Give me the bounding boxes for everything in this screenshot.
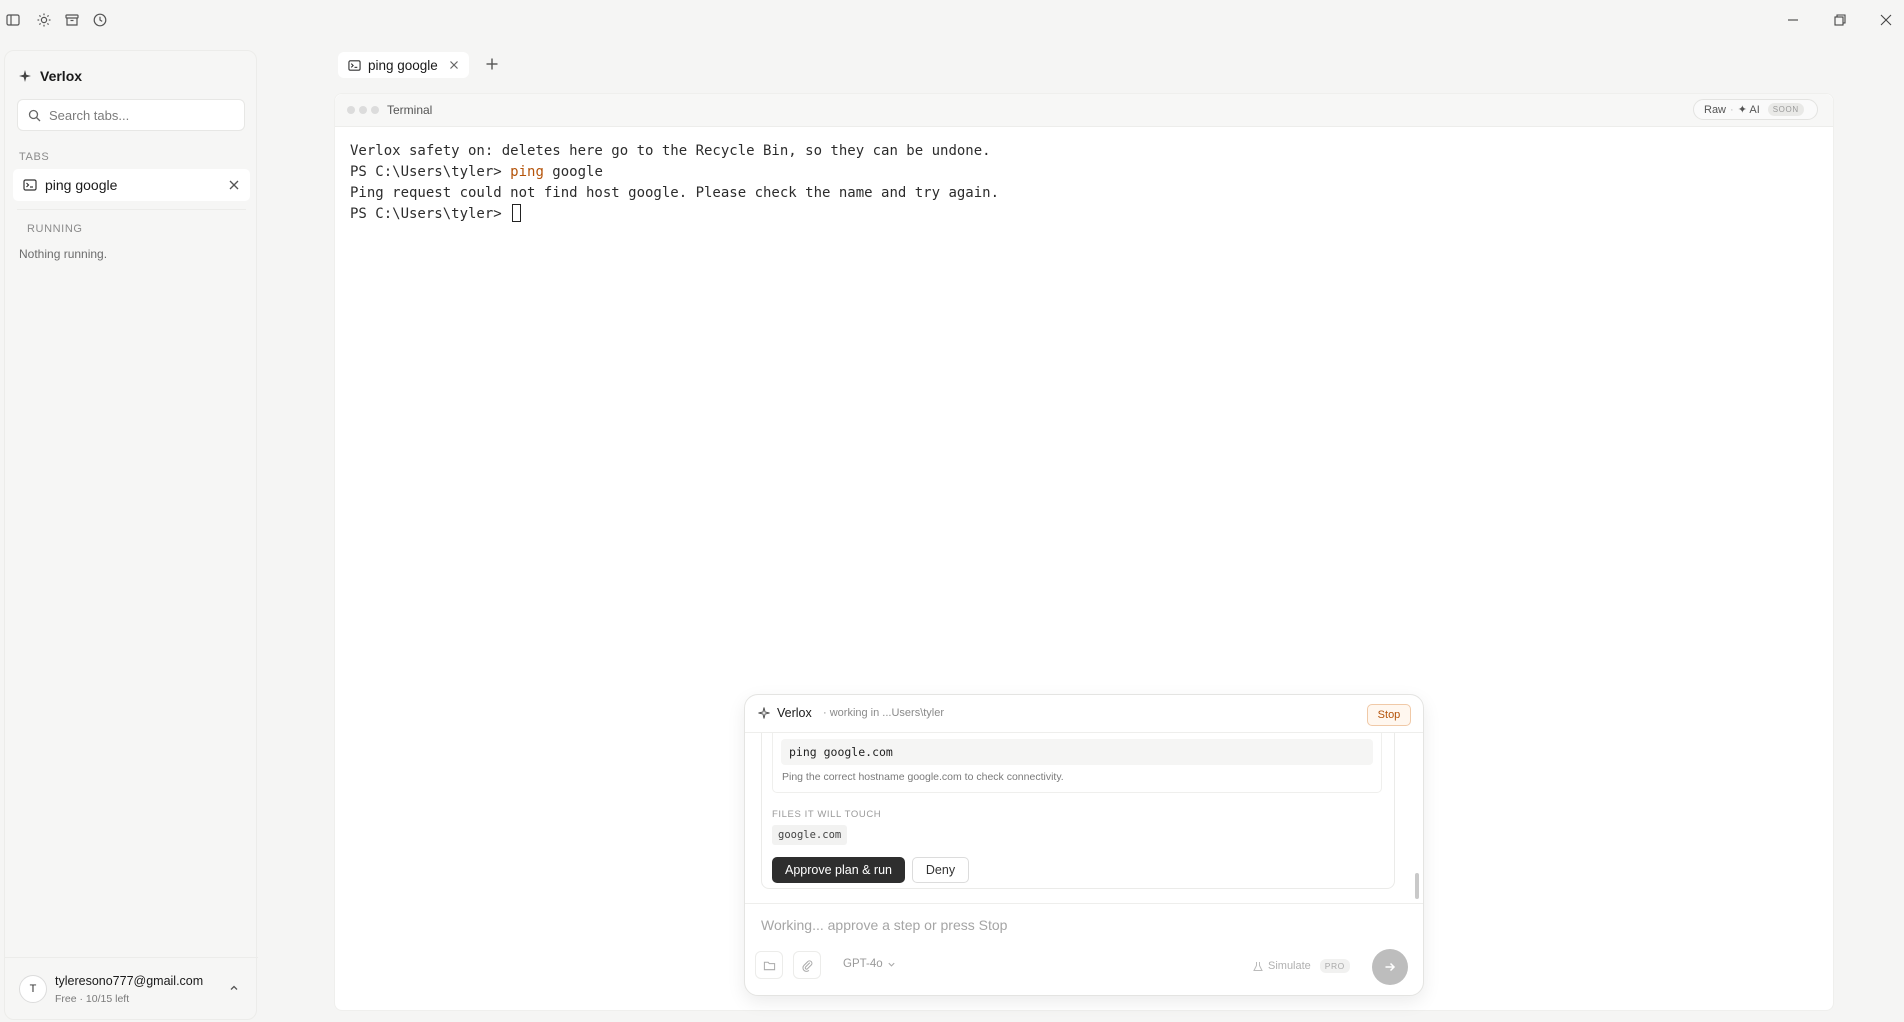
avatar[interactable]: T <box>19 975 47 1003</box>
tabs-heading: TABS <box>19 151 50 163</box>
paperclip-icon <box>801 959 812 972</box>
arrow-right-icon <box>1385 962 1396 972</box>
search-icon <box>28 109 41 121</box>
terminal-line: PS C:\Users\tyler> ping google <box>350 162 1800 183</box>
divider <box>17 209 246 210</box>
pro-badge: PRO <box>1319 959 1350 973</box>
sidebar-tab-label: ping google <box>45 177 118 193</box>
plan-description: Ping the correct hostname google.com to … <box>782 771 1064 783</box>
simulate-toggle[interactable]: Simulate PRO <box>1253 959 1350 973</box>
composer-title: Verlox <box>777 706 812 720</box>
close-tab-icon[interactable] <box>227 178 241 192</box>
attach-button[interactable] <box>793 951 821 979</box>
divider <box>5 957 258 958</box>
sparkle-icon <box>758 707 770 719</box>
chevron-up-icon[interactable] <box>228 982 240 994</box>
archive-icon[interactable] <box>64 12 80 28</box>
window-dot <box>359 106 367 114</box>
running-empty-text: Nothing running. <box>19 247 108 261</box>
terminal-line: PS C:\Users\tyler> <box>350 204 1800 225</box>
composer-input[interactable] <box>761 913 1401 937</box>
mode-ai[interactable]: ✦ AI <box>1738 103 1760 116</box>
simulate-label: Simulate <box>1268 960 1311 972</box>
plus-icon[interactable] <box>484 56 500 72</box>
divider <box>745 903 1423 904</box>
plan-command: ping google.com <box>781 739 1373 765</box>
sidebar-tab-ping-google[interactable]: ping google <box>13 169 250 201</box>
close-icon[interactable] <box>1877 11 1895 29</box>
search-input[interactable] <box>49 107 239 123</box>
sparkle-icon <box>19 70 31 82</box>
ai-composer: Verlox · working in ...Users\tyler Stop … <box>744 694 1424 996</box>
sun-icon[interactable] <box>36 12 52 28</box>
terminal-argument: google <box>543 164 603 180</box>
running-heading: RUNNING <box>27 223 83 235</box>
separator-dot: · <box>1730 103 1734 116</box>
folder-icon <box>763 961 775 970</box>
sidebar-toggle-icon[interactable] <box>5 12 21 28</box>
terminal-line: Verlox safety on: deletes here go to the… <box>350 143 991 159</box>
flask-icon <box>1253 961 1263 971</box>
model-name: GPT-4o <box>843 958 883 970</box>
files-heading: FILES IT WILL TOUCH <box>772 809 882 820</box>
scrollbar[interactable] <box>1415 873 1419 899</box>
file-chip: google.com <box>772 825 848 845</box>
tab-label: ping google <box>368 57 438 73</box>
folder-button[interactable] <box>755 951 783 979</box>
terminal-command: ping <box>510 164 544 180</box>
brand-name: Verlox <box>40 68 83 84</box>
terminal-prompt: PS C:\Users\tyler> <box>350 206 511 222</box>
close-tab-icon[interactable] <box>448 59 460 71</box>
terminal-output[interactable]: Verlox safety on: deletes here go to the… <box>350 141 1800 225</box>
chevron-down-icon <box>888 962 895 967</box>
account-plan: Free · 10/15 left <box>55 993 130 1005</box>
minimize-icon[interactable] <box>1784 11 1802 29</box>
tab-ping-google[interactable]: ping google <box>338 52 469 78</box>
plan-step: ping google.com Ping the correct hostnam… <box>772 733 1382 793</box>
approve-plan-button[interactable]: Approve plan & run <box>772 857 905 883</box>
soon-badge: SOON <box>1767 103 1804 116</box>
terminal-icon <box>23 179 37 191</box>
terminal-header: Terminal Raw · ✦ AI SOON <box>335 94 1833 127</box>
terminal-prompt: PS C:\Users\tyler> <box>350 164 511 180</box>
terminal-icon <box>348 59 361 71</box>
mode-raw[interactable]: Raw <box>1704 104 1726 116</box>
deny-button[interactable]: Deny <box>912 857 969 883</box>
plan-card: ping google.com Ping the correct hostnam… <box>761 733 1395 889</box>
history-icon[interactable] <box>92 12 108 28</box>
composer-header: Verlox · working in ...Users\tyler Stop <box>745 695 1423 733</box>
sidebar: Verlox TABS ping google RUNNING Nothing … <box>4 50 258 1020</box>
account-email: tyleresono777@gmail.com <box>55 974 204 988</box>
brand: Verlox <box>19 68 82 84</box>
composer-status: · working in ...Users\tyler <box>823 707 945 719</box>
terminal-title: Terminal <box>387 103 433 117</box>
terminal-line: Ping request could not find host google.… <box>350 185 1000 201</box>
restore-icon[interactable] <box>1831 11 1849 29</box>
send-button[interactable] <box>1372 949 1408 985</box>
mode-toggle[interactable]: Raw · ✦ AI SOON <box>1693 99 1818 120</box>
terminal-cursor <box>512 204 522 222</box>
stop-button[interactable]: Stop <box>1367 704 1411 726</box>
window-dot <box>371 106 379 114</box>
title-bar <box>0 0 1904 40</box>
model-selector[interactable]: GPT-4o <box>843 958 896 970</box>
window-dot <box>347 106 355 114</box>
search-box <box>17 99 245 131</box>
